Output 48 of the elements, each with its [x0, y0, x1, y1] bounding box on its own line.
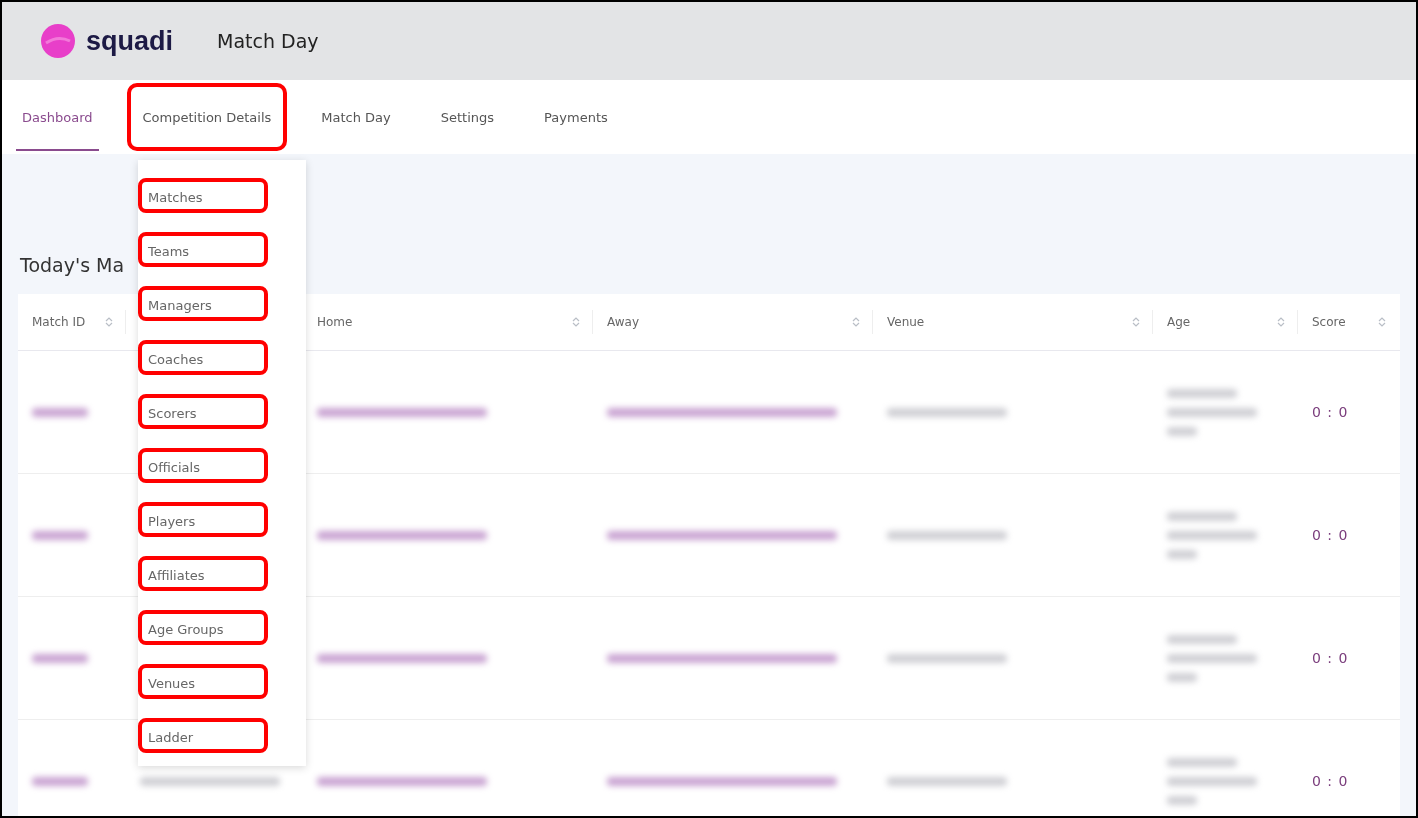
section-title: Today's Ma — [20, 254, 125, 276]
sort-icon[interactable] — [1132, 316, 1140, 328]
menu-item[interactable]: Affiliates — [138, 555, 268, 591]
nav-tab[interactable]: Competition Details — [126, 83, 288, 151]
menu-item[interactable]: Managers — [138, 285, 268, 321]
logo-text: squadi — [86, 25, 173, 57]
nav-tab[interactable]: Dashboard — [6, 83, 109, 151]
blurred-text — [1167, 511, 1237, 521]
menu-item[interactable]: Players — [138, 501, 268, 537]
blurred-text — [1167, 757, 1237, 767]
menu-item[interactable]: Age Groups — [138, 609, 268, 645]
column-header[interactable]: Score — [1312, 315, 1346, 329]
score-text: 0 : 0 — [1312, 773, 1349, 789]
menu-item[interactable]: Teams — [138, 231, 268, 267]
sort-icon[interactable] — [852, 316, 860, 328]
logo-icon — [40, 23, 76, 59]
score-text: 0 : 0 — [1312, 404, 1349, 420]
column-header[interactable]: Away — [607, 315, 639, 329]
blurred-text — [32, 530, 88, 540]
column-header[interactable]: Match ID — [32, 315, 86, 329]
sort-icon[interactable] — [572, 316, 580, 328]
blurred-text — [1167, 672, 1197, 682]
menu-item[interactable]: Coaches — [138, 339, 268, 375]
menu-item[interactable]: Ladder — [138, 717, 268, 753]
blurred-text — [32, 776, 88, 786]
column-header[interactable]: Venue — [887, 315, 925, 329]
blurred-text — [1167, 388, 1237, 398]
page-title: Match Day — [217, 30, 319, 52]
blurred-text — [1167, 795, 1197, 805]
blurred-text — [1167, 549, 1197, 559]
column-header[interactable]: Age — [1167, 315, 1191, 329]
column-header[interactable]: Home — [317, 315, 353, 329]
blurred-text — [32, 653, 88, 663]
nav-tab[interactable]: Settings — [424, 83, 511, 151]
blurred-text — [1167, 426, 1197, 436]
score-text: 0 : 0 — [1312, 650, 1349, 666]
sort-icon[interactable] — [1277, 316, 1285, 328]
nav-tab[interactable]: Match Day — [305, 83, 407, 151]
menu-item[interactable]: Scorers — [138, 393, 268, 429]
menu-item[interactable]: Matches — [138, 177, 268, 213]
score-text: 0 : 0 — [1312, 527, 1349, 543]
menu-item[interactable]: Officials — [138, 447, 268, 483]
blurred-text — [1167, 634, 1237, 644]
sort-icon[interactable] — [1378, 316, 1386, 328]
nav-tab[interactable]: Payments — [528, 83, 624, 151]
blurred-text — [32, 407, 88, 417]
sort-icon[interactable] — [105, 316, 113, 328]
menu-item[interactable]: Venues — [138, 663, 268, 699]
